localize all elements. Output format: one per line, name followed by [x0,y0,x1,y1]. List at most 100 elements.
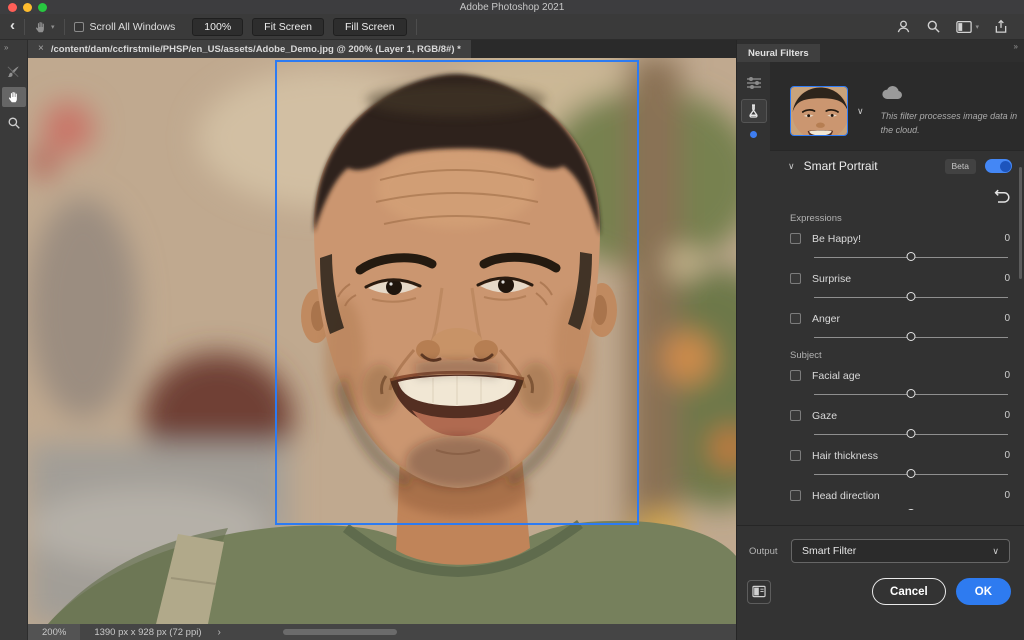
back-button[interactable]: ‹ [10,18,15,33]
slider-track[interactable] [814,331,1008,341]
face-thumbnail[interactable] [790,86,848,136]
zoom-100-button[interactable]: 100% [192,17,244,36]
zoom-tool[interactable] [2,113,26,133]
slider-value: 0 [1004,370,1010,382]
slider-label: Hair thickness [812,449,878,462]
slider-track[interactable] [814,291,1008,301]
status-chevron-icon[interactable]: › [218,627,221,638]
search-icon[interactable] [926,19,941,34]
slider-knob[interactable] [906,468,916,478]
workspace-icon [956,20,973,33]
active-filter-indicator [750,131,757,138]
slider-label: Anger [812,312,841,325]
account-icon[interactable] [896,19,911,34]
scroll-all-windows-option[interactable]: Scroll All Windows [73,20,176,33]
slider-value: 0 [1004,490,1010,502]
slider-knob[interactable] [906,388,916,398]
zoom-window-button[interactable] [38,3,47,12]
scroll-all-windows-checkbox[interactable] [73,21,84,32]
fill-screen-button[interactable]: Fill Screen [333,17,407,36]
filter-slider-row: Anger 0 [790,310,1010,341]
slider-knob[interactable] [906,428,916,438]
preview-toggle-button[interactable] [747,579,771,604]
panel-scrollbar[interactable] [1019,167,1022,279]
chevron-down-icon[interactable]: ∨ [788,161,795,172]
slider-track[interactable] [814,388,1008,398]
toggle-knob [999,160,1011,172]
brush-icon [7,65,19,77]
filter-name: Smart Portrait [803,159,878,174]
slider-checkbox[interactable] [790,313,801,325]
document-canvas[interactable] [28,58,736,624]
section-title: Subject [790,349,822,361]
slider-track[interactable] [814,468,1008,478]
status-bar: 200% 1390 px x 928 px (72 ppi) › [28,624,736,640]
ok-button[interactable]: OK [955,578,1011,605]
panel-body: ∨ This filter processes image data in th… [737,62,1024,640]
slider-value: 0 [1004,273,1010,285]
output-select[interactable]: Smart Filter ∨ [791,539,1010,563]
slider-checkbox[interactable] [790,273,801,285]
smart-portrait-header[interactable]: ∨ Smart Portrait Beta [770,149,1024,182]
filter-enable-toggle[interactable] [985,159,1012,174]
fit-screen-button[interactable]: Fit Screen [252,17,325,36]
filter-slider-row: Facial age 0 [790,367,1010,398]
document-tab-bar: × /content/dam/ccfirstmile/PHSP/en_US/as… [28,40,736,58]
flask-icon [749,104,758,118]
cancel-button[interactable]: Cancel [872,578,946,605]
filter-preview-header: ∨ This filter processes image data in th… [770,62,1024,150]
hand-tool[interactable] [1,87,26,107]
scroll-all-windows-label: Scroll All Windows [89,20,176,33]
document-tab[interactable]: × /content/dam/ccfirstmile/PHSP/en_US/as… [28,40,471,58]
slider-knob[interactable] [906,251,916,261]
close-window-button[interactable] [8,3,17,12]
slider-track[interactable] [814,251,1008,261]
slider-checkbox[interactable] [790,490,801,502]
minimize-window-button[interactable] [23,3,32,12]
workspace-switcher[interactable]: ▾ [956,20,979,34]
window-controls [8,3,47,12]
chevron-down-icon: ▾ [51,23,55,31]
reset-icon[interactable] [994,188,1011,203]
slider-knob[interactable] [906,291,916,301]
tool-strip: » [0,40,28,640]
horizontal-scrollbar[interactable] [283,629,397,635]
share-icon[interactable] [994,19,1008,34]
slider-knob[interactable] [906,331,916,341]
slider-value: 0 [1004,410,1010,422]
slider-checkbox[interactable] [790,450,801,462]
beta-filters-button[interactable] [740,99,767,123]
all-filters-icon[interactable] [746,76,762,90]
brush-tool[interactable] [2,61,26,81]
footer-actions: Cancel OK [737,578,1024,605]
titlebar: Adobe Photoshop 2021 [0,0,1024,14]
slider-track[interactable] [814,428,1008,438]
divider [415,18,417,35]
filter-slider-row: Hair thickness 0 [790,447,1010,478]
output-value: Smart Filter [802,545,857,557]
slider-label: Head direction [812,489,880,502]
tab-neural-filters[interactable]: Neural Filters [737,44,820,62]
hand-tool-preset[interactable]: ▾ [34,20,55,34]
thumbnail-chevron-icon[interactable]: ∨ [857,106,864,117]
output-label: Output [749,545,778,557]
close-tab-icon[interactable]: × [38,44,44,54]
panel-content: ∨ This filter processes image data in th… [770,62,1024,510]
filter-slider-row: Gaze 0 [790,407,1010,438]
filter-category-strip [737,62,770,525]
photoshop-window: Adobe Photoshop 2021 ‹ ▾ Scroll All Wind… [0,0,1024,640]
collapse-panel-icon[interactable]: » [1014,42,1019,51]
window-title: Adobe Photoshop 2021 [459,1,565,13]
cloud-processing-note: This filter processes image data in the … [881,86,1024,138]
slider-checkbox[interactable] [790,233,801,245]
slider-checkbox[interactable] [790,410,801,422]
collapse-tools-icon[interactable]: » [4,43,9,52]
filter-sliders-area: Expressions Be Happy! 0 Surprise 0 Anger… [770,205,1024,510]
slider-checkbox[interactable] [790,370,801,382]
filter-slider-row: Surprise 0 [790,270,1010,301]
cloud-icon [881,86,902,99]
slider-knob[interactable] [906,508,916,510]
slider-label: Facial age [812,369,861,382]
zoom-level-field[interactable]: 200% [28,624,81,640]
slider-label: Be Happy! [812,232,862,245]
